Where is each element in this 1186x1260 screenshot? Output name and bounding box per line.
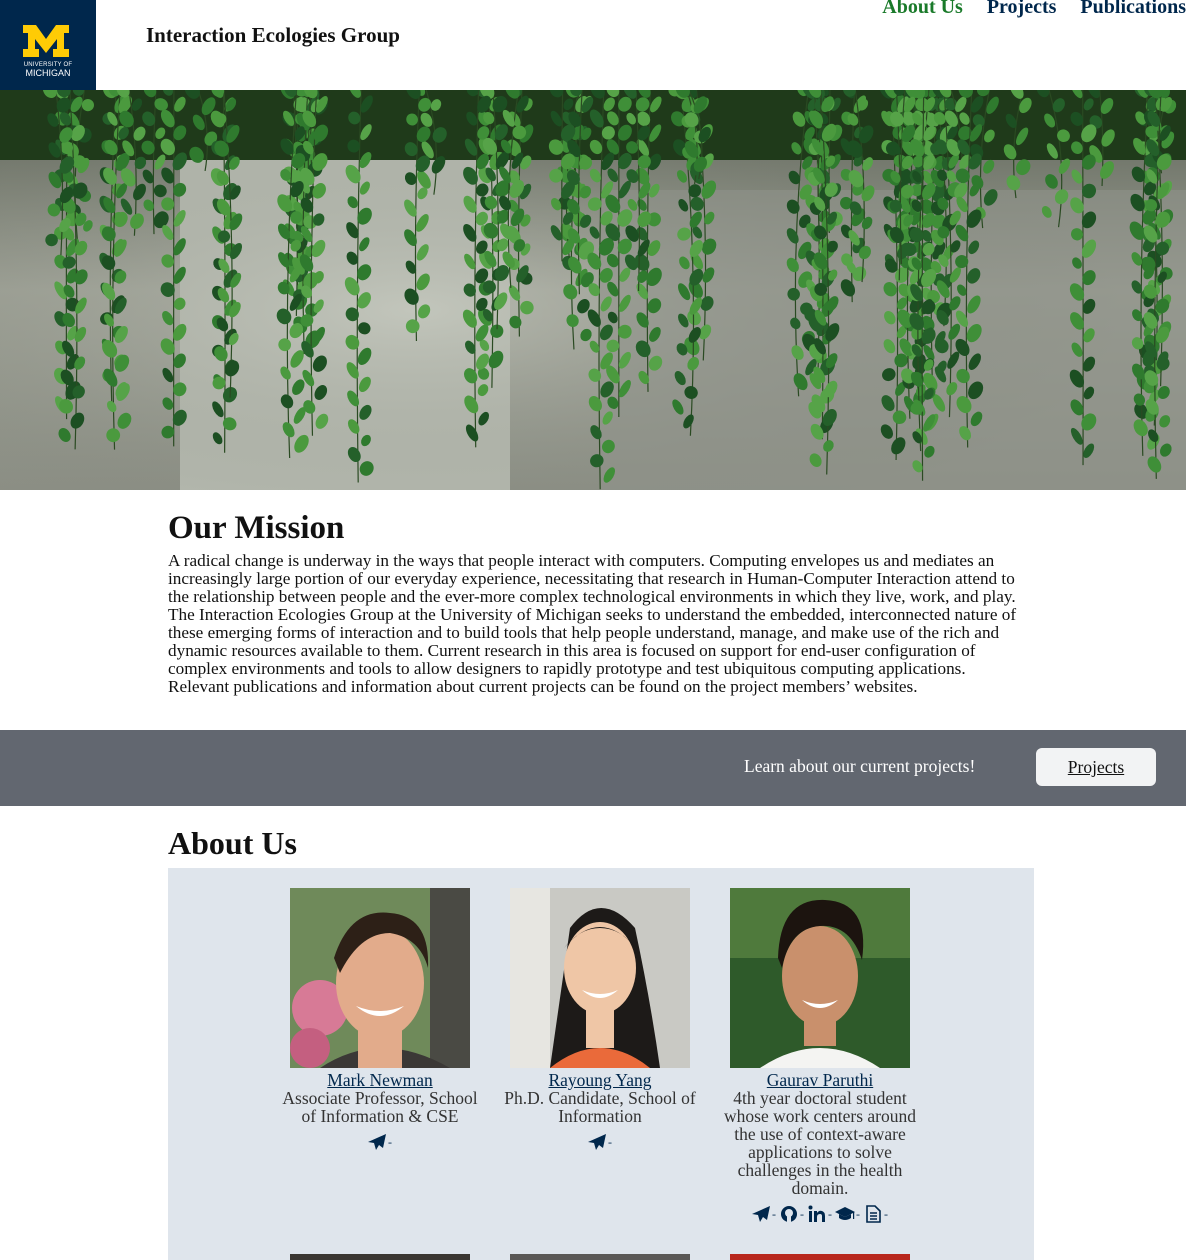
- document-icon[interactable]: [862, 1203, 884, 1225]
- person-role: 4th year doctoral student whose work cen…: [724, 1088, 916, 1198]
- person-card: Mark Newman Associate Professor, School …: [275, 888, 485, 1153]
- projects-cta-band: Learn about our current projects! Projec…: [0, 730, 1186, 806]
- person-links: - - - - -: [715, 1203, 925, 1225]
- person-name-link[interactable]: Mark Newman: [275, 1071, 485, 1089]
- about-heading: About Us: [168, 825, 297, 861]
- main-nav: About Us Projects Publications: [882, 0, 1186, 19]
- mission-heading: Our Mission: [168, 510, 345, 546]
- university-logo[interactable]: UNIVERSITY OF MICHIGAN: [0, 0, 96, 90]
- block-m-icon: [23, 25, 69, 57]
- paper-plane-icon[interactable]: [750, 1203, 772, 1225]
- hero-image: [0, 90, 1186, 490]
- site-header: UNIVERSITY OF MICHIGAN Interaction Ecolo…: [0, 0, 1186, 90]
- person-photo[interactable]: [290, 1254, 470, 1260]
- github-icon[interactable]: [778, 1203, 800, 1225]
- site-title[interactable]: Interaction Ecologies Group: [146, 23, 400, 48]
- person-links: -: [495, 1131, 705, 1153]
- person-role: Ph.D. Candidate, School of Information: [504, 1088, 696, 1126]
- person-photo[interactable]: [730, 888, 910, 1068]
- ivy-photo: [0, 90, 1186, 490]
- paper-plane-icon[interactable]: [366, 1131, 388, 1153]
- person-role: Associate Professor, School of Informati…: [282, 1088, 478, 1126]
- nav-about-us[interactable]: About Us: [882, 0, 963, 19]
- graduation-cap-icon[interactable]: [834, 1203, 856, 1225]
- mission-section: Our Mission A radical change is underway…: [168, 508, 1028, 696]
- nav-publications[interactable]: Publications: [1080, 0, 1186, 19]
- nav-projects[interactable]: Projects: [987, 0, 1057, 19]
- person-name-link[interactable]: Gaurav Paruthi: [715, 1071, 925, 1089]
- person-photo[interactable]: [510, 888, 690, 1068]
- cta-text: Learn about our current projects!: [744, 756, 976, 776]
- people-grid: Mark Newman Associate Professor, School …: [168, 868, 1034, 1260]
- person-card: Rayoung Yang Ph.D. Candidate, School of …: [495, 888, 705, 1153]
- person-photo[interactable]: [510, 1254, 690, 1260]
- paper-plane-icon[interactable]: [586, 1131, 608, 1153]
- person-photo[interactable]: [290, 888, 470, 1068]
- linkedin-icon[interactable]: [806, 1203, 828, 1225]
- mission-body: A radical change is underway in the ways…: [168, 551, 1017, 696]
- person-card: Gaurav Paruthi 4th year doctoral student…: [715, 888, 925, 1225]
- projects-button[interactable]: Projects: [1036, 748, 1156, 786]
- person-links: -: [275, 1131, 485, 1153]
- person-photo[interactable]: [730, 1254, 910, 1260]
- person-name-link[interactable]: Rayoung Yang: [495, 1071, 705, 1089]
- logo-michigan-text: MICHIGAN: [25, 68, 71, 78]
